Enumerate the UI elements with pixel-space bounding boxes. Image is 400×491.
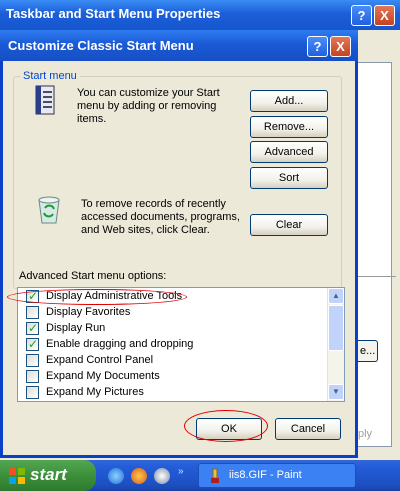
cancel-button[interactable]: Cancel [275,418,341,440]
remove-button[interactable]: Remove... [250,116,328,138]
checkbox[interactable]: ✓ [26,289,39,303]
checkbox[interactable] [26,306,39,319]
start-button[interactable]: start [0,460,96,491]
taskbar-button-paint[interactable]: iis8.GIF - Paint [198,463,356,488]
dialog-close-button[interactable]: X [330,36,351,57]
dialog-help-button[interactable]: ? [307,36,328,57]
start-menu-group-label: Start menu [20,70,80,82]
back-window-apply-fragment: ply [356,424,386,446]
scroll-up-button[interactable]: ▲ [328,288,344,304]
close-icon: X [336,39,345,54]
options-scrollbar[interactable]: ▲ ▼ [327,288,344,401]
ok-button[interactable]: OK [196,418,262,440]
dialog-title: Customize Classic Start Menu [8,38,194,53]
option-label: Display Favorites [46,306,131,318]
windows-logo-icon [9,468,25,484]
advanced-options-label: Advanced Start menu options: [19,270,167,282]
back-window-button-fragment[interactable]: e... [358,340,378,362]
start-label: start [30,465,67,484]
option-label: Display Administrative Tools [46,290,183,302]
check-icon: ✓ [28,321,39,335]
chevron-up-icon: ▲ [332,291,340,300]
advanced-options-list[interactable]: ✓ Display Administrative Tools Display F… [17,287,345,402]
taskbar-button-label: iis8.GIF - Paint [229,469,302,481]
option-label: Display Run [46,322,106,334]
help-icon: ? [313,39,322,54]
back-window-divider [356,276,396,277]
checkbox[interactable]: ✓ [26,321,39,335]
option-expand-control-panel[interactable]: Expand Control Panel [22,353,322,369]
taskbar: start » iis8.GIF - Paint [0,460,400,491]
option-display-administrative-tools[interactable]: ✓ Display Administrative Tools [22,289,322,305]
back-window-apply-fragment-label: ply [358,428,373,440]
sort-button[interactable]: Sort [250,167,328,189]
internet-explorer-icon[interactable] [108,468,124,484]
checkbox[interactable] [26,354,39,367]
add-button[interactable]: Add... [250,90,328,112]
back-window-panel [356,62,392,447]
recycle-bin-icon [38,196,60,224]
option-label: Expand My Documents [46,370,160,382]
checkbox[interactable]: ✓ [26,337,39,351]
option-expand-my-pictures[interactable]: Expand My Pictures [22,385,322,401]
option-display-favorites[interactable]: Display Favorites [22,305,322,321]
scroll-down-button[interactable]: ▼ [328,384,344,400]
back-window-title: Taskbar and Start Menu Properties [6,6,221,21]
check-icon: ✓ [28,289,39,303]
option-display-run[interactable]: ✓ Display Run [22,321,322,337]
customize-description: You can customize your Start menu by add… [77,87,220,125]
option-enable-dragging-and-dropping[interactable]: ✓ Enable dragging and dropping [22,337,322,353]
clear-description: To remove records of recently accessed d… [81,198,240,236]
check-icon: ✓ [28,337,39,351]
back-window-help-button[interactable]: ? [351,5,372,26]
firefox-icon[interactable] [131,468,147,484]
option-label: Expand My Pictures [46,386,144,398]
chevron-down-icon: ▼ [332,387,340,396]
option-expand-my-documents[interactable]: Expand My Documents [22,369,322,385]
paint-icon [211,468,219,483]
back-window-close-button[interactable]: X [374,5,395,26]
start-menu-settings-icon [35,85,55,115]
quick-launch-icon[interactable] [154,468,170,484]
advanced-button[interactable]: Advanced [250,141,328,163]
option-label: Expand Control Panel [46,354,154,366]
chevron-right-icon[interactable]: » [178,466,184,477]
close-icon: X [380,8,389,23]
scroll-thumb[interactable] [328,305,344,351]
dialog-titlebar[interactable]: Customize Classic Start Menu [0,30,358,61]
checkbox[interactable] [26,386,39,399]
back-window-titlebar[interactable]: Taskbar and Start Menu Properties [0,0,400,30]
back-window-button-fragment-label: e... [360,345,376,357]
clear-button[interactable]: Clear [250,214,328,236]
checkbox[interactable] [26,370,39,383]
help-icon: ? [357,8,366,23]
option-label: Enable dragging and dropping [46,338,194,350]
customize-start-menu-dialog: Customize Classic Start Menu ? X Start m… [0,30,358,458]
